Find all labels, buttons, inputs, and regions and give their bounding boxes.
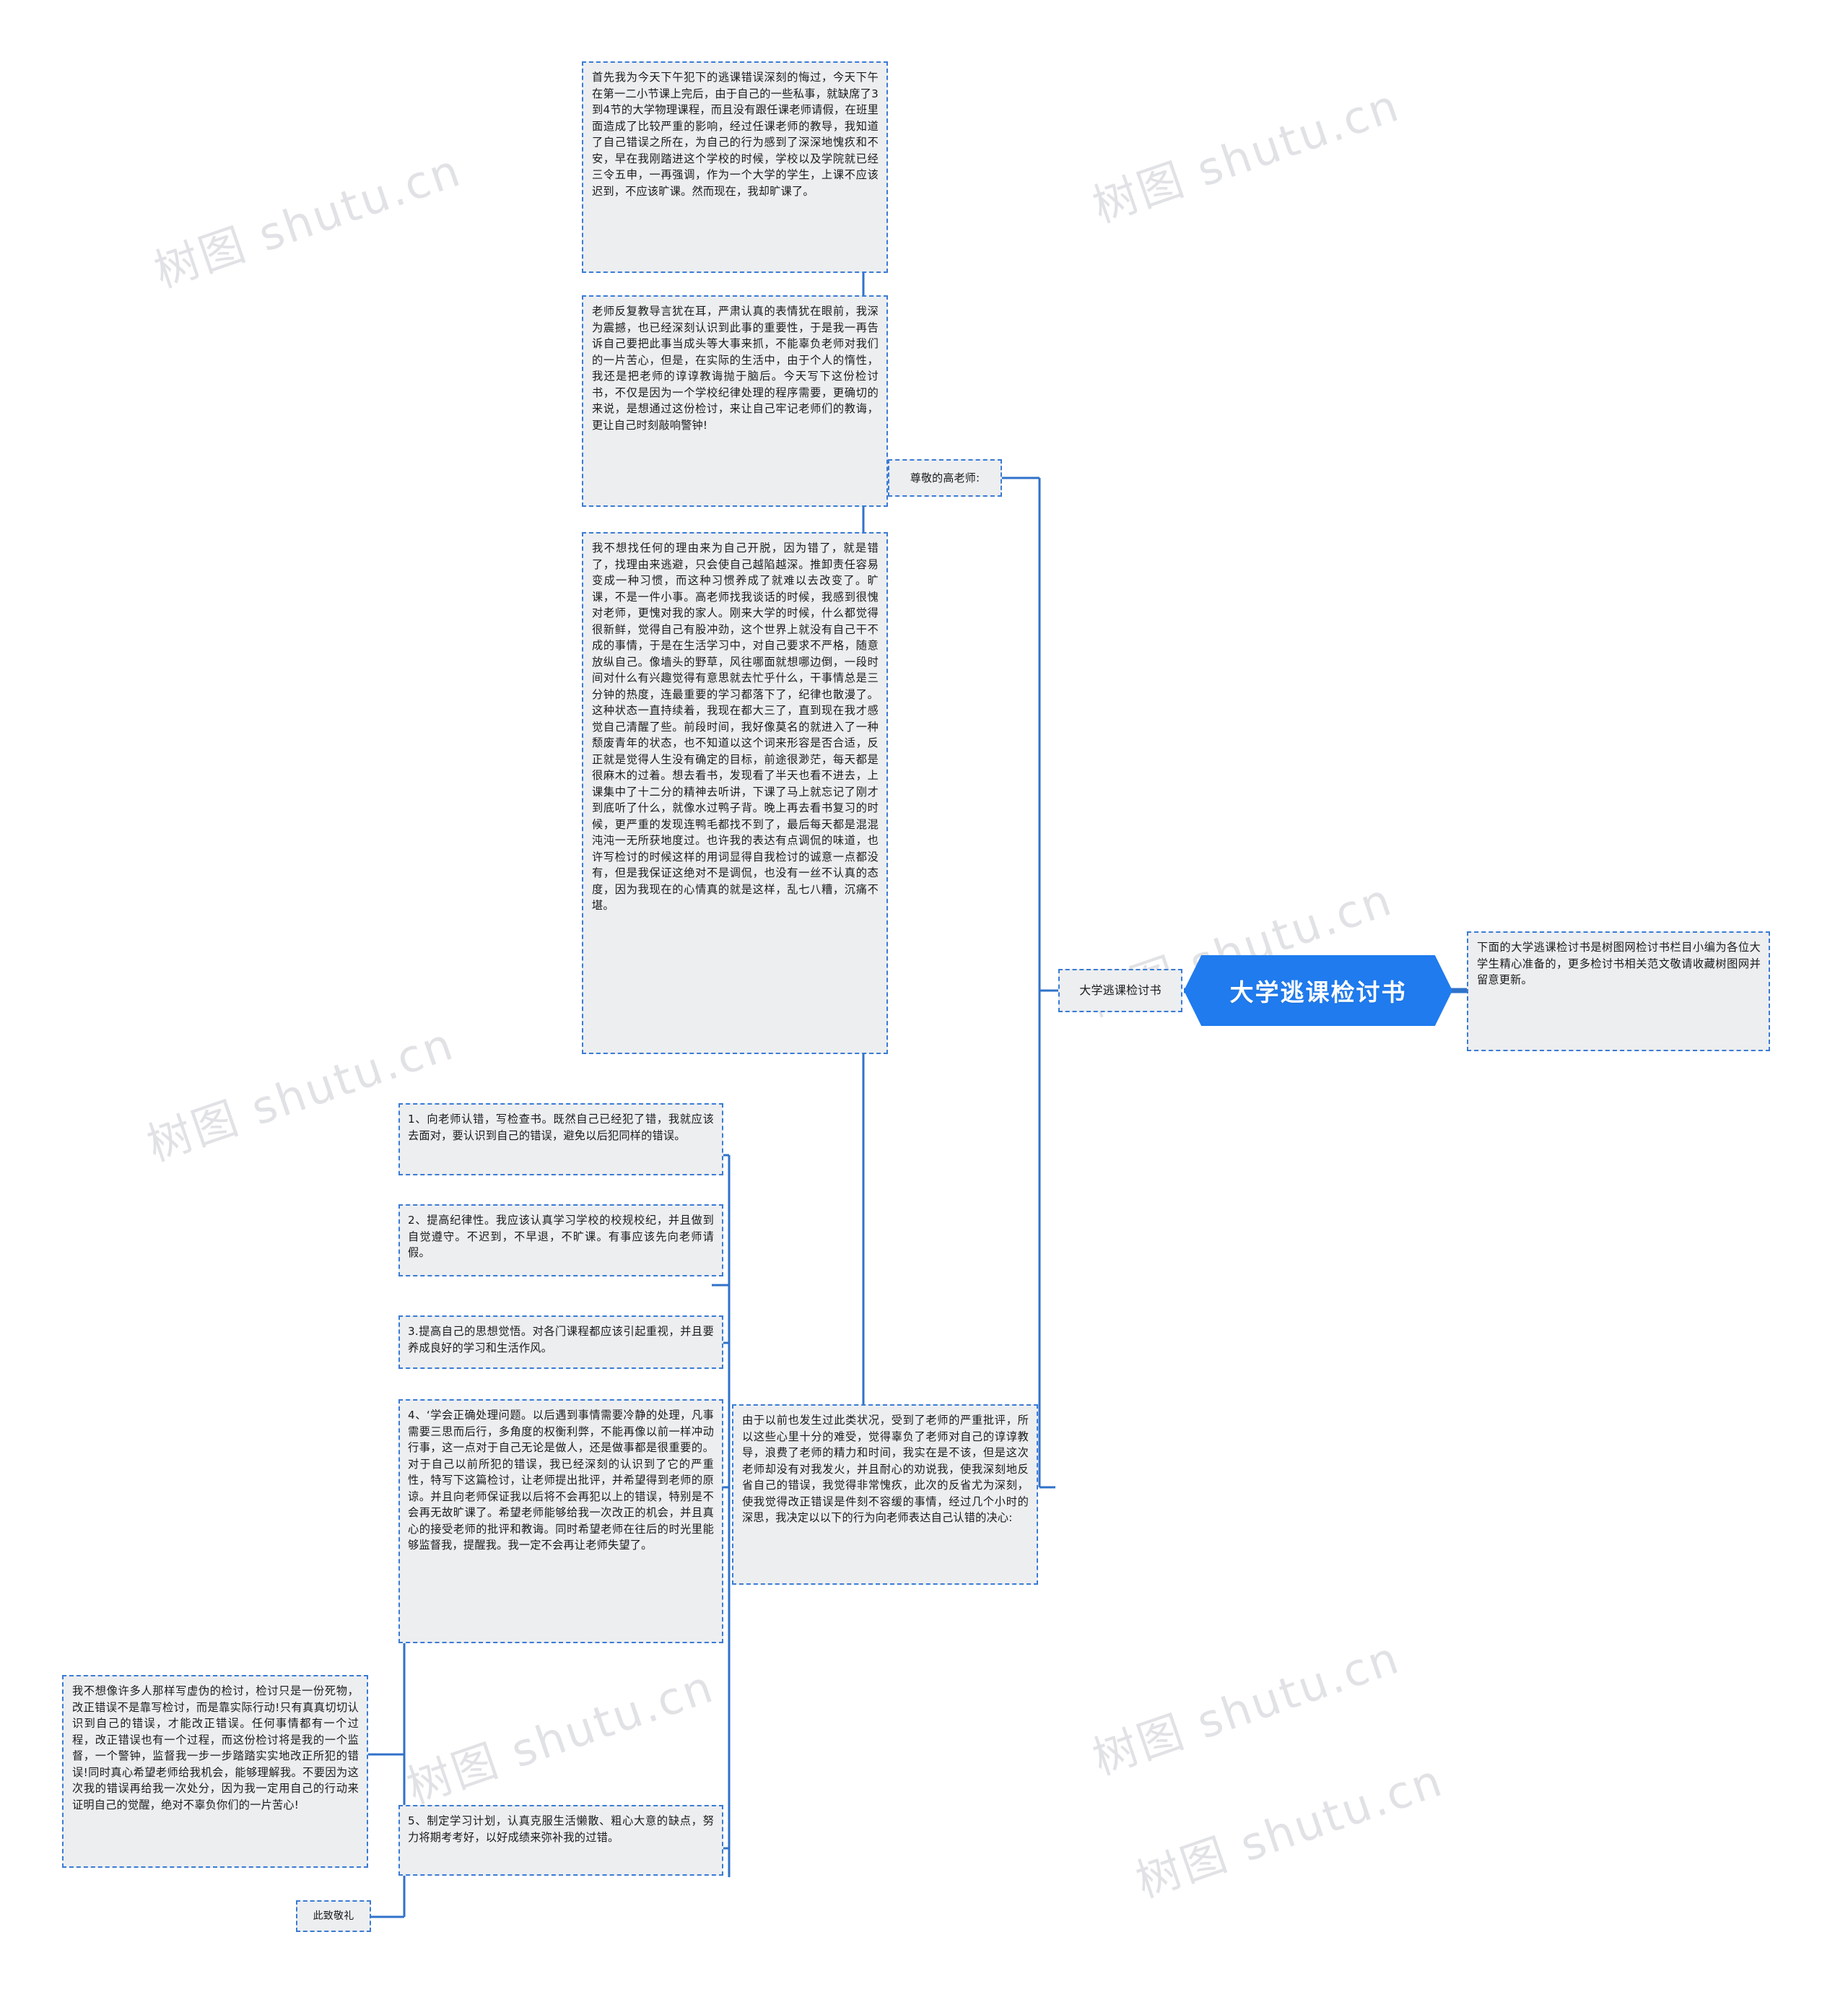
measure-text: 1、向老师认错，写检查书。既然自己已经犯了错，我就应该去面对，要认识到自己的错误…: [408, 1113, 714, 1142]
salutation-text: 尊敬的高老师:: [910, 471, 980, 484]
paragraph-text: 首先我为今天下午犯下的逃课错误深刻的悔过，今天下午在第一二小节课上完后，由于自己…: [592, 71, 879, 198]
paragraph-node-2[interactable]: 老师反复教导言犹在耳，严肃认真的表情犹在眼前，我深为震撼，也已经深刻认识到此事的…: [582, 295, 888, 507]
branch-label-node[interactable]: 大学逃课检讨书: [1058, 969, 1182, 1012]
watermark: 树图 shutu.cn: [147, 143, 468, 298]
salutation-node[interactable]: 尊敬的高老师:: [888, 459, 1002, 497]
measure-text: 3.提高自己的思想觉悟。对各门课程都应该引起重视，并且要养成良好的学习和生活作风…: [408, 1325, 714, 1354]
measure-text: 2、提高纪律性。我应该认真学习学校的校规校纪，并且做到自觉遵守。不迟到，不早退，…: [408, 1214, 714, 1259]
closing-text: 此致敬礼: [313, 1910, 354, 1922]
measure-node-1[interactable]: 1、向老师认错，写检查书。既然自己已经犯了错，我就应该去面对，要认识到自己的错误…: [398, 1103, 723, 1175]
paragraph-text: 老师反复教导言犹在耳，严肃认真的表情犹在眼前，我深为震撼，也已经深刻认识到此事的…: [592, 305, 879, 432]
central-node[interactable]: 大学逃课检讨书: [1184, 955, 1452, 1026]
watermark: 树图 shutu.cn: [400, 1659, 721, 1814]
measure-node-2[interactable]: 2、提高纪律性。我应该认真学习学校的校规校纪，并且做到自觉遵守。不迟到，不早退，…: [398, 1204, 723, 1276]
paragraph-text: 我不想找任何的理由来为自己开脱，因为错了，就是错了，找理由来逃避，只会使自己越陷…: [592, 541, 879, 912]
measure-node-5[interactable]: 5、制定学习计划，认真克服生活懒散、粗心大意的缺点，努力将期考考好，以好成绩来弥…: [398, 1805, 723, 1876]
measure-node-3[interactable]: 3.提高自己的思想觉悟。对各门课程都应该引起重视，并且要养成良好的学习和生活作风…: [398, 1315, 723, 1369]
closing-node[interactable]: 此致敬礼: [296, 1900, 371, 1932]
watermark: 树图 shutu.cn: [1086, 78, 1407, 233]
paragraph-node-5[interactable]: 我不想像许多人那样写虚伪的检讨，检讨只是一份死物，改正错误不是靠写检讨，而是靠实…: [62, 1675, 368, 1868]
measure-text: 4、‘学会正确处理问题。以后遇到事情需要冷静的处理，凡事需要三思而后行，多角度的…: [408, 1409, 714, 1552]
paragraph-node-1[interactable]: 首先我为今天下午犯下的逃课错误深刻的悔过，今天下午在第一二小节课上完后，由于自己…: [582, 61, 888, 273]
intro-node-text: 下面的大学逃课检讨书是树图网检讨书栏目小编为各位大学生精心准备的，更多检讨书相关…: [1477, 941, 1761, 986]
branch-label-text: 大学逃课检讨书: [1079, 983, 1161, 998]
paragraph-node-4[interactable]: 由于以前也发生过此类状况，受到了老师的严重批评，所以这些心里十分的难受，觉得辜负…: [732, 1404, 1038, 1585]
paragraph-text: 由于以前也发生过此类状况，受到了老师的严重批评，所以这些心里十分的难受，觉得辜负…: [742, 1414, 1029, 1524]
watermark: 树图 shutu.cn: [1129, 1753, 1450, 1908]
measure-node-4[interactable]: 4、‘学会正确处理问题。以后遇到事情需要冷静的处理，凡事需要三思而后行，多角度的…: [398, 1399, 723, 1643]
watermark: 树图 shutu.cn: [1086, 1630, 1407, 1785]
paragraph-node-3[interactable]: 我不想找任何的理由来为自己开脱，因为错了，就是错了，找理由来逃避，只会使自己越陷…: [582, 532, 888, 1054]
paragraph-text: 我不想像许多人那样写虚伪的检讨，检讨只是一份死物，改正错误不是靠写检讨，而是靠实…: [72, 1684, 359, 1811]
central-node-label: 大学逃课检讨书: [1229, 978, 1407, 1006]
intro-node[interactable]: 下面的大学逃课检讨书是树图网检讨书栏目小编为各位大学生精心准备的，更多检讨书相关…: [1467, 931, 1770, 1051]
measure-text: 5、制定学习计划，认真克服生活懒散、粗心大意的缺点，努力将期考考好，以好成绩来弥…: [408, 1814, 714, 1844]
